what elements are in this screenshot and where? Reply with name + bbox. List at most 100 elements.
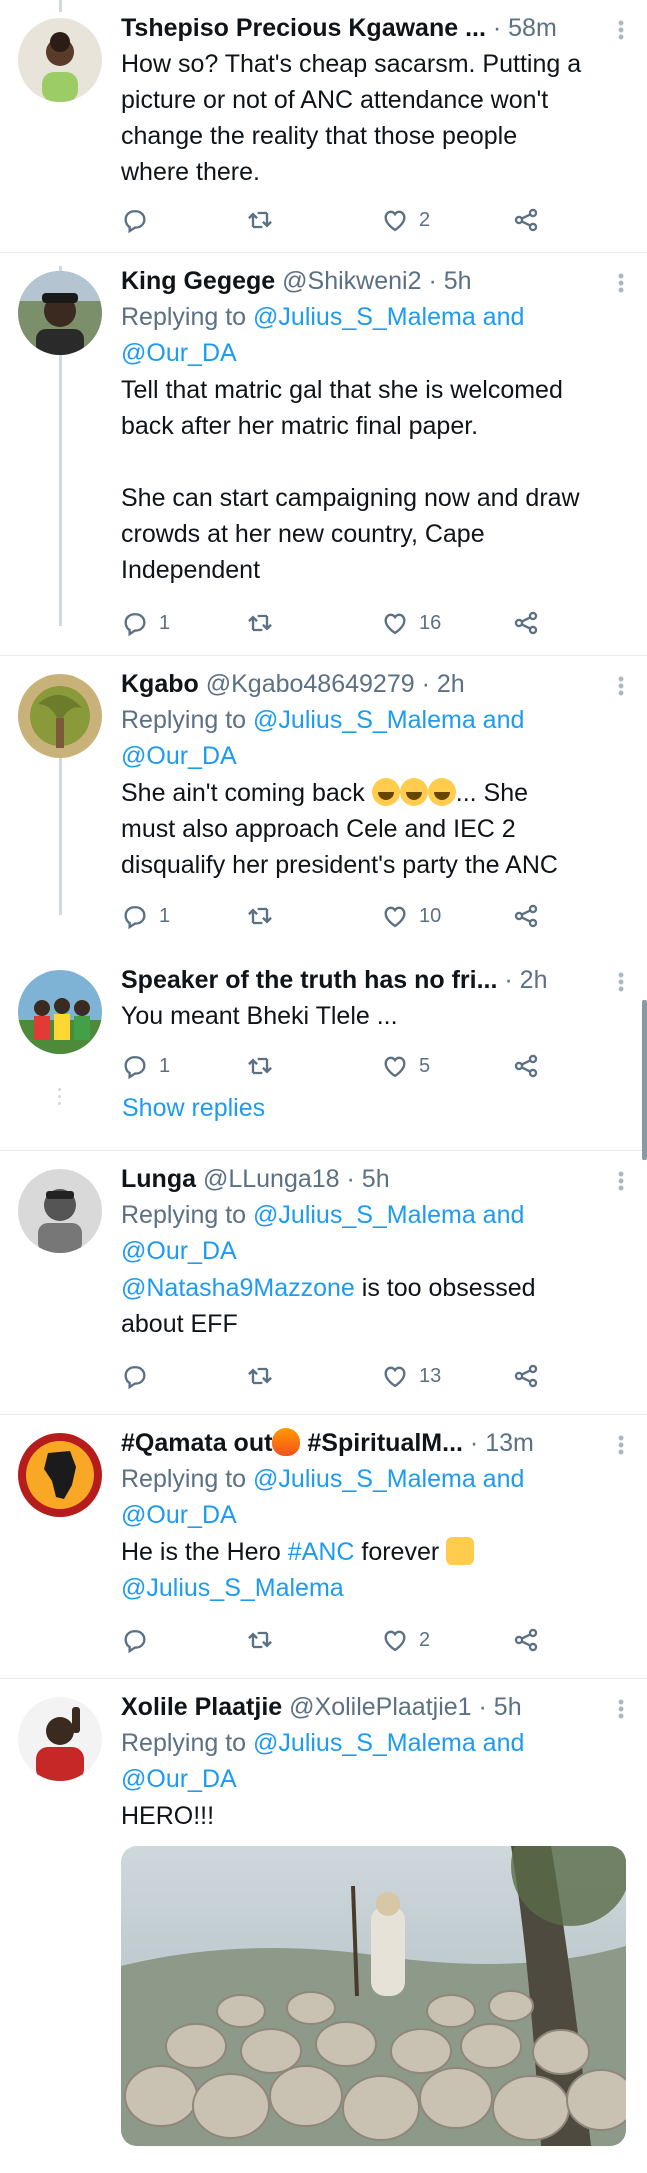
author-name[interactable]: Kgabo (121, 670, 199, 698)
tweet[interactable]: King Gegege @Shikweni2 · 5h • • • Replying… (0, 253, 647, 655)
tweet[interactable]: Kgabo @Kgabo48649279 · 2h • • • Replying t… (0, 656, 647, 946)
more-icon[interactable]: • • • (617, 14, 625, 46)
show-replies-link[interactable]: Show replies (122, 1090, 265, 1126)
author-name[interactable]: Lunga (121, 1165, 196, 1193)
tweet-image[interactable] (121, 1846, 626, 2146)
replying-to-link[interactable]: @Our_DA (121, 335, 629, 371)
author-name[interactable]: #SpiritualM... (300, 1429, 463, 1457)
reply-button[interactable]: 1 (121, 898, 170, 934)
reply-button[interactable] (121, 202, 159, 238)
avatar[interactable] (18, 1697, 102, 1781)
retweet-icon (246, 206, 274, 234)
fire-emoji-icon (272, 1428, 301, 1456)
replying-to-link[interactable]: @Julius_S_Malema and (253, 1465, 524, 1493)
share-button[interactable] (512, 1358, 540, 1394)
hashtag-link[interactable]: #ANC (288, 1538, 355, 1566)
like-button[interactable]: 2 (381, 202, 430, 238)
scrollbar[interactable] (642, 1000, 647, 1160)
more-icon[interactable]: • • • (617, 670, 625, 702)
tweet-text-line: disqualify her president's party the ANC (121, 851, 558, 879)
author-handle[interactable]: @Kgabo48649279 (206, 670, 415, 698)
avatar[interactable] (18, 970, 102, 1054)
more-icon[interactable]: • • • (617, 966, 625, 998)
reply-button[interactable] (121, 1622, 159, 1658)
replying-to-link[interactable]: @Our_DA (121, 1497, 629, 1533)
share-button[interactable] (512, 1622, 540, 1658)
like-count: 13 (419, 1364, 442, 1387)
like-button[interactable]: 2 (381, 1622, 430, 1658)
replying-to-link[interactable]: @Julius_S_Malema and (253, 1201, 524, 1229)
reply-button[interactable]: 1 (121, 1048, 170, 1084)
reply-icon (121, 609, 149, 637)
author-handle[interactable]: @LLunga18 (203, 1165, 340, 1193)
timestamp[interactable]: · 2h (422, 670, 465, 698)
replying-to-link[interactable]: @Julius_S_Malema and (253, 303, 524, 331)
author-handle[interactable]: @XolilePlaatjie1 (289, 1693, 471, 1721)
replying-to-label: Replying to (121, 303, 247, 331)
reply-icon (121, 1052, 149, 1080)
like-button[interactable]: 5 (381, 1048, 430, 1084)
author-name[interactable]: Speaker of the truth has no fri... (121, 966, 497, 994)
retweet-button[interactable] (246, 1622, 284, 1658)
mention-link[interactable]: @Natasha9Mazzone (121, 1274, 355, 1302)
tweet-text-line: crowds at her new country, Cape (121, 520, 485, 548)
tweet[interactable]: Speaker of the truth has no fri... · 2h … (0, 956, 647, 1148)
avatar[interactable] (18, 18, 102, 102)
reply-count: 1 (159, 611, 171, 634)
like-button[interactable]: 13 (381, 1358, 441, 1394)
author-name[interactable]: #Qamata out (121, 1429, 272, 1457)
mention-link[interactable]: @Julius_S_Malema (121, 1570, 629, 1606)
avatar[interactable] (18, 1433, 102, 1517)
author-name[interactable]: King Gegege (121, 267, 275, 295)
reply-icon (121, 1626, 149, 1654)
avatar[interactable] (18, 271, 102, 355)
author-handle[interactable]: @Shikweni2 (282, 267, 421, 295)
author-name[interactable]: Tshepiso Precious Kgawane ... (121, 14, 486, 42)
retweet-button[interactable] (246, 605, 284, 641)
avatar[interactable] (18, 674, 102, 758)
tweet[interactable]: #Qamata out #SpiritualM... · 13m • • • Rep… (0, 1415, 647, 1678)
reply-button[interactable]: 1 (121, 605, 170, 641)
avatar[interactable] (18, 1169, 102, 1253)
more-icon[interactable]: • • • (617, 267, 625, 299)
more-icon[interactable]: • • • (617, 1165, 625, 1197)
tweet[interactable]: Tshepiso Precious Kgawane ... · 58m • • • … (0, 0, 647, 252)
retweet-button[interactable] (246, 1358, 284, 1394)
timestamp[interactable]: · 2h (504, 966, 547, 994)
like-count: 5 (419, 1054, 431, 1077)
tweet[interactable]: Lunga @LLunga18 · 5h • • • Replying to @Ju… (0, 1151, 647, 1414)
retweet-button[interactable] (246, 898, 284, 934)
tweet-text-line: about EFF (121, 1310, 238, 1338)
more-icon[interactable]: • • • (617, 1429, 625, 1461)
replying-to-link[interactable]: @Our_DA (121, 1233, 629, 1269)
retweet-icon (246, 902, 274, 930)
author-name[interactable]: Xolile Plaatjie (121, 1693, 282, 1721)
like-button[interactable]: 10 (381, 898, 441, 934)
timestamp[interactable]: · 5h (347, 1165, 390, 1193)
like-count: 2 (419, 1628, 431, 1651)
replying-to-link[interactable]: @Our_DA (121, 1761, 629, 1797)
timestamp[interactable]: · 13m (470, 1429, 534, 1457)
share-icon (512, 206, 540, 234)
share-button[interactable] (512, 605, 540, 641)
replying-to-link[interactable]: @Our_DA (121, 738, 629, 774)
timestamp[interactable]: · 58m (493, 14, 557, 42)
like-button[interactable]: 16 (381, 605, 441, 641)
share-icon (512, 1626, 540, 1654)
retweet-button[interactable] (246, 202, 284, 238)
timestamp[interactable]: · 5h (479, 1693, 522, 1721)
retweet-button[interactable] (246, 1048, 284, 1084)
share-button[interactable] (512, 202, 540, 238)
timestamp[interactable]: · 5h (428, 267, 471, 295)
tweet-text-line: picture or not of ANC attendance won't (121, 86, 549, 114)
reply-button[interactable] (121, 1358, 159, 1394)
share-button[interactable] (512, 1048, 540, 1084)
laughing-emoji-icon (399, 778, 428, 806)
share-button[interactable] (512, 898, 540, 934)
laughing-emoji-icon (371, 778, 400, 806)
replying-to-link[interactable]: @Julius_S_Malema and (253, 1729, 524, 1757)
replying-to-link[interactable]: @Julius_S_Malema and (253, 706, 524, 734)
tweet[interactable]: Xolile Plaatjie @XolilePlaatjie1 · 5h • •… (0, 1679, 647, 2173)
more-icon[interactable]: • • • (617, 1693, 625, 1725)
heart-icon (381, 1052, 409, 1080)
